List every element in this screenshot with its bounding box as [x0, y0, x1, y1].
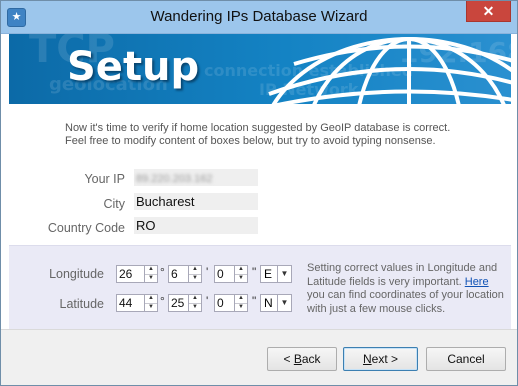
down-arrow-icon[interactable]: ▼	[235, 304, 247, 312]
stepper-value: 26	[119, 267, 133, 281]
longitude-direction-select[interactable]: E ▼	[260, 265, 292, 283]
ip-field[interactable]: 89.220.203.162	[134, 169, 258, 186]
degree-symbol: °	[160, 265, 165, 279]
down-arrow-icon[interactable]: ▼	[235, 275, 247, 283]
down-arrow-icon[interactable]: ▼	[189, 275, 201, 283]
longitude-seconds-stepper[interactable]: 0 ▲ ▼	[214, 265, 248, 283]
stepper-value: 6	[171, 267, 178, 281]
degree-symbol: °	[160, 294, 165, 308]
help-text: you can find coordinates of your locatio…	[307, 289, 504, 315]
location-form: Now it's time to verify if home location…	[9, 104, 511, 245]
here-link[interactable]: Here	[465, 276, 489, 288]
up-arrow-icon[interactable]: ▲	[189, 295, 201, 304]
down-arrow-icon[interactable]: ▼	[145, 275, 157, 283]
cancel-button[interactable]: Cancel	[426, 347, 506, 371]
banner-title: Setup	[67, 44, 200, 90]
longitude-label: Longitude	[49, 267, 104, 281]
longitude-degrees-stepper[interactable]: 26 ▲ ▼	[116, 265, 158, 283]
chevron-down-icon: ▼	[277, 295, 291, 311]
stepper-value: 44	[119, 296, 133, 310]
up-arrow-icon[interactable]: ▲	[235, 295, 247, 304]
select-value: N	[264, 296, 273, 310]
latitude-seconds-stepper[interactable]: 0 ▲ ▼	[214, 294, 248, 312]
back-button[interactable]: < Back	[267, 347, 337, 371]
title-bar[interactable]: ★ Wandering IPs Database Wizard ✕	[1, 1, 517, 34]
up-arrow-icon[interactable]: ▲	[145, 295, 157, 304]
button-label: ext >	[371, 352, 399, 366]
close-button[interactable]: ✕	[466, 1, 511, 22]
setup-banner: TCP geolocation connection established I…	[9, 34, 511, 104]
up-arrow-icon[interactable]: ▲	[189, 266, 201, 275]
country-code-field[interactable]: RO	[134, 217, 258, 234]
up-arrow-icon[interactable]: ▲	[145, 266, 157, 275]
globe-icon	[268, 37, 511, 104]
coordinates-help-text: Setting correct values in Longitude and …	[307, 262, 505, 316]
stepper-value: 0	[217, 267, 224, 281]
wizard-footer: < Back Next > Cancel	[1, 329, 517, 385]
minute-symbol: '	[206, 294, 209, 308]
stepper-value: 0	[217, 296, 224, 310]
button-label: ack	[301, 352, 321, 366]
latitude-degrees-stepper[interactable]: 44 ▲ ▼	[116, 294, 158, 312]
latitude-label: Latitude	[59, 297, 104, 311]
second-symbol: "	[252, 294, 257, 308]
intro-line: Now it's time to verify if home location…	[65, 122, 451, 134]
down-arrow-icon[interactable]: ▼	[145, 304, 157, 312]
button-label: <	[283, 352, 294, 366]
stepper-value: 25	[171, 296, 185, 310]
second-symbol: "	[252, 265, 257, 279]
wizard-window: ★ Wandering IPs Database Wizard ✕ TCP ge…	[0, 0, 518, 386]
down-arrow-icon[interactable]: ▼	[189, 304, 201, 312]
next-button[interactable]: Next >	[343, 347, 418, 371]
country-code-label: Country Code	[47, 221, 125, 235]
up-arrow-icon[interactable]: ▲	[235, 266, 247, 275]
select-value: E	[264, 267, 273, 281]
longitude-minutes-stepper[interactable]: 6 ▲ ▼	[168, 265, 202, 283]
city-label: City	[103, 197, 125, 211]
intro-line: Feel free to modify content of boxes bel…	[65, 135, 436, 147]
chevron-down-icon: ▼	[277, 266, 291, 282]
ip-label: Your IP	[84, 172, 125, 186]
minute-symbol: '	[206, 265, 209, 279]
coordinates-panel: Longitude 26 ▲ ▼ ° 6 ▲ ▼ ' 0 ▲ ▼ " E ▼ Lati…	[9, 245, 511, 330]
latitude-direction-select[interactable]: N ▼	[260, 294, 292, 312]
button-label: B	[293, 352, 302, 366]
button-label: N	[362, 352, 372, 366]
city-field[interactable]: Bucharest	[134, 193, 258, 210]
ip-value: 89.220.203.162	[136, 173, 213, 185]
window-title: Wandering IPs Database Wizard	[150, 8, 368, 25]
intro-text: Now it's time to verify if home location…	[65, 122, 505, 148]
latitude-minutes-stepper[interactable]: 25 ▲ ▼	[168, 294, 202, 312]
